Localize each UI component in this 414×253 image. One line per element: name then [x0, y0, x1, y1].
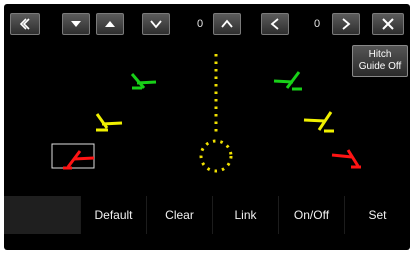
left-guide-red-selected[interactable]	[51, 143, 95, 170]
rear-camera-guide-screen: 0 0 Hitch Guide Off Default Clear Link O…	[4, 4, 410, 250]
clear-button[interactable]: Clear	[146, 196, 212, 234]
bottom-empty-slot	[4, 196, 80, 234]
set-button[interactable]: Set	[344, 196, 410, 234]
link-button[interactable]: Link	[212, 196, 278, 234]
right-guide-yellow[interactable]	[303, 111, 334, 133]
left-guide-yellow[interactable]	[95, 113, 123, 132]
parking-guide-overlay	[51, 54, 361, 173]
center-guide-line[interactable]	[199, 54, 233, 173]
left-guide-green[interactable]	[130, 73, 157, 90]
bottom-bar: Default Clear Link On/Off Set	[4, 196, 410, 234]
default-button[interactable]: Default	[80, 196, 146, 234]
right-guide-green[interactable]	[273, 71, 302, 91]
right-guide-red[interactable]	[331, 149, 361, 169]
on-off-button[interactable]: On/Off	[278, 196, 344, 234]
